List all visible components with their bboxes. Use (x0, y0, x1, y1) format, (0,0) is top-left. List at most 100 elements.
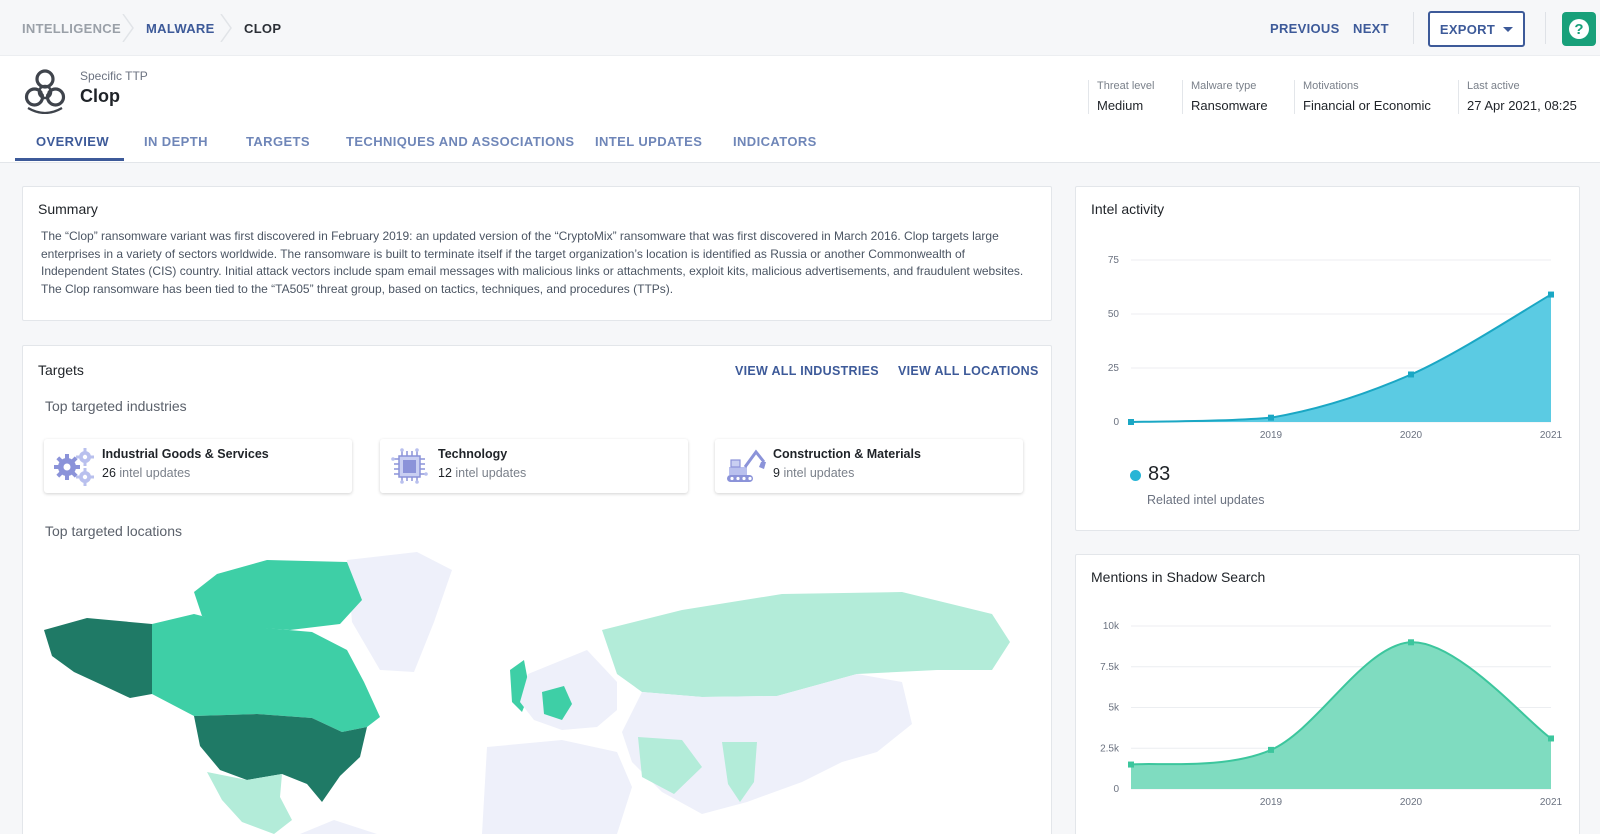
industry-name: Industrial Goods & Services (102, 447, 269, 461)
intel-activity-point[interactable] (1268, 414, 1274, 421)
tab-overview[interactable]: OVERVIEW (36, 134, 109, 149)
previous-button[interactable]: PREVIOUS (1270, 21, 1340, 36)
map-canada-arctic (194, 560, 362, 630)
map-europe (520, 650, 617, 730)
shadow-search-area (1131, 642, 1551, 789)
intel-activity-point[interactable] (1128, 419, 1134, 425)
meta-value: Financial or Economic (1303, 98, 1431, 113)
intel-activity-x-tick: 2021 (1540, 430, 1563, 441)
industry-count: 9 intel updates (773, 466, 854, 480)
intel-activity-x-tick: 2020 (1400, 430, 1423, 441)
intel-activity-x-tick: 2019 (1260, 430, 1283, 441)
map-africa (482, 740, 632, 834)
entity-subtitle: Specific TTP (80, 69, 148, 83)
shadow-search-chart: 0 2.5k 5k 7.5k 10k 2019 2020 2021 (1100, 621, 1563, 808)
industry-count-value: 26 (102, 466, 116, 480)
shadow-search-y-tick: 2.5k (1100, 743, 1120, 754)
threat-level: Threat level Medium (1088, 80, 1154, 114)
meta-label: Malware type (1191, 80, 1257, 92)
intel-activity-y-tick: 75 (1108, 255, 1120, 266)
last-active: Last active 27 Apr 2021, 08:25 (1458, 80, 1577, 114)
industry-name: Construction & Materials (773, 447, 921, 461)
meta-label: Last active (1467, 80, 1520, 92)
tab-indicators[interactable]: INDICATORS (733, 134, 817, 149)
intel-activity-y-tick: 25 (1108, 363, 1120, 374)
map-alaska (44, 618, 152, 698)
shadow-search-point[interactable] (1268, 746, 1274, 753)
shadow-search-y-tick: 10k (1103, 621, 1120, 632)
view-all-locations-link[interactable]: VIEW ALL LOCATIONS (898, 364, 1039, 378)
intel-activity-y-tick: 50 (1108, 309, 1120, 320)
meta-value: Medium (1097, 98, 1144, 113)
intel-activity-point[interactable] (1548, 291, 1554, 298)
tab-in-depth[interactable]: IN DEPTH (144, 134, 208, 149)
industry-count-value: 12 (438, 466, 452, 480)
map-canada (152, 614, 380, 732)
view-all-industries-link[interactable]: VIEW ALL INDUSTRIES (735, 364, 879, 378)
intel-total-label: Related intel updates (1147, 493, 1265, 507)
export-button[interactable]: EXPORT (1428, 11, 1525, 47)
intel-activity-chart: 0 25 50 75 2019 2020 2021 (1108, 255, 1563, 441)
industry-card-construction[interactable]: Construction & Materials 9 intel updates (715, 439, 1023, 493)
world-map[interactable] (42, 552, 1028, 834)
breadcrumb-chevron-icon (220, 14, 232, 42)
tab-intel-updates[interactable]: INTEL UPDATES (595, 134, 702, 149)
industry-name: Technology (438, 447, 508, 461)
breadcrumb-malware[interactable]: MALWARE (146, 21, 215, 36)
shadow-search-point[interactable] (1128, 761, 1134, 768)
biohazard-icon (24, 69, 66, 114)
industry-count-unit: intel updates (783, 466, 855, 480)
chip-icon (391, 448, 428, 484)
caret-down-icon (1503, 26, 1514, 32)
shadow-search-y-tick: 0 (1113, 784, 1119, 795)
map-south-america (300, 820, 377, 834)
excavator-icon (727, 449, 766, 482)
map-mexico (207, 772, 292, 834)
industry-card-industrial-goods[interactable]: Industrial Goods & Services 26 intel upd… (44, 439, 352, 493)
breadcrumb-clop: CLOP (244, 21, 282, 36)
meta-label: Motivations (1303, 80, 1359, 92)
tab-techniques-and-associations[interactable]: TECHNIQUES AND ASSOCIATIONS (346, 134, 574, 149)
industry-count-value: 9 (773, 466, 780, 480)
shadow-search-point[interactable] (1408, 639, 1414, 646)
divider (1545, 12, 1546, 44)
meta-value: 27 Apr 2021, 08:25 (1467, 98, 1577, 113)
legend-dot (1130, 470, 1141, 481)
breadcrumb-intelligence[interactable]: INTELLIGENCE (22, 21, 121, 36)
intel-activity-point[interactable] (1408, 371, 1414, 378)
map-russia (602, 592, 1010, 697)
top-locations-title: Top targeted locations (45, 523, 182, 539)
intel-activity-y-tick: 0 (1113, 417, 1119, 428)
map-greenland (347, 552, 452, 672)
shadow-search-x-tick: 2019 (1260, 797, 1283, 808)
question-icon: ? (1569, 19, 1589, 39)
shadow-search-x-tick: 2020 (1400, 797, 1423, 808)
shadow-search-point[interactable] (1548, 735, 1554, 742)
malware-type: Malware type Ransomware (1182, 80, 1268, 114)
summary-title: Summary (38, 201, 98, 217)
targets-title: Targets (38, 362, 84, 378)
gears-icon (54, 448, 94, 486)
industry-count-unit: intel updates (119, 466, 191, 480)
active-tab-indicator (15, 158, 124, 161)
export-label: EXPORT (1439, 21, 1496, 37)
shadow-search-y-tick: 5k (1108, 703, 1120, 714)
divider (1413, 12, 1414, 44)
help-button[interactable]: ? (1562, 12, 1596, 46)
summary-text: The “Clop” ransomware variant was first … (41, 229, 1024, 296)
industry-count: 26 intel updates (102, 466, 190, 480)
shadow-search-y-tick: 7.5k (1100, 662, 1120, 673)
shadow-search-x-tick: 2021 (1540, 797, 1563, 808)
industry-card-technology[interactable]: Technology 12 intel updates (380, 439, 688, 493)
industry-count-unit: intel updates (455, 466, 527, 480)
breadcrumb-chevron-icon (122, 14, 134, 42)
meta-label: Threat level (1097, 80, 1155, 92)
intel-total: 83 (1148, 463, 1171, 485)
next-button[interactable]: NEXT (1353, 21, 1389, 36)
meta-value: Ransomware (1191, 98, 1268, 113)
motivations: Motivations Financial or Economic (1294, 80, 1431, 114)
top-industries-title: Top targeted industries (45, 398, 187, 414)
industry-count: 12 intel updates (438, 466, 526, 480)
page-title: Clop (80, 86, 120, 106)
tab-targets[interactable]: TARGETS (246, 134, 310, 149)
